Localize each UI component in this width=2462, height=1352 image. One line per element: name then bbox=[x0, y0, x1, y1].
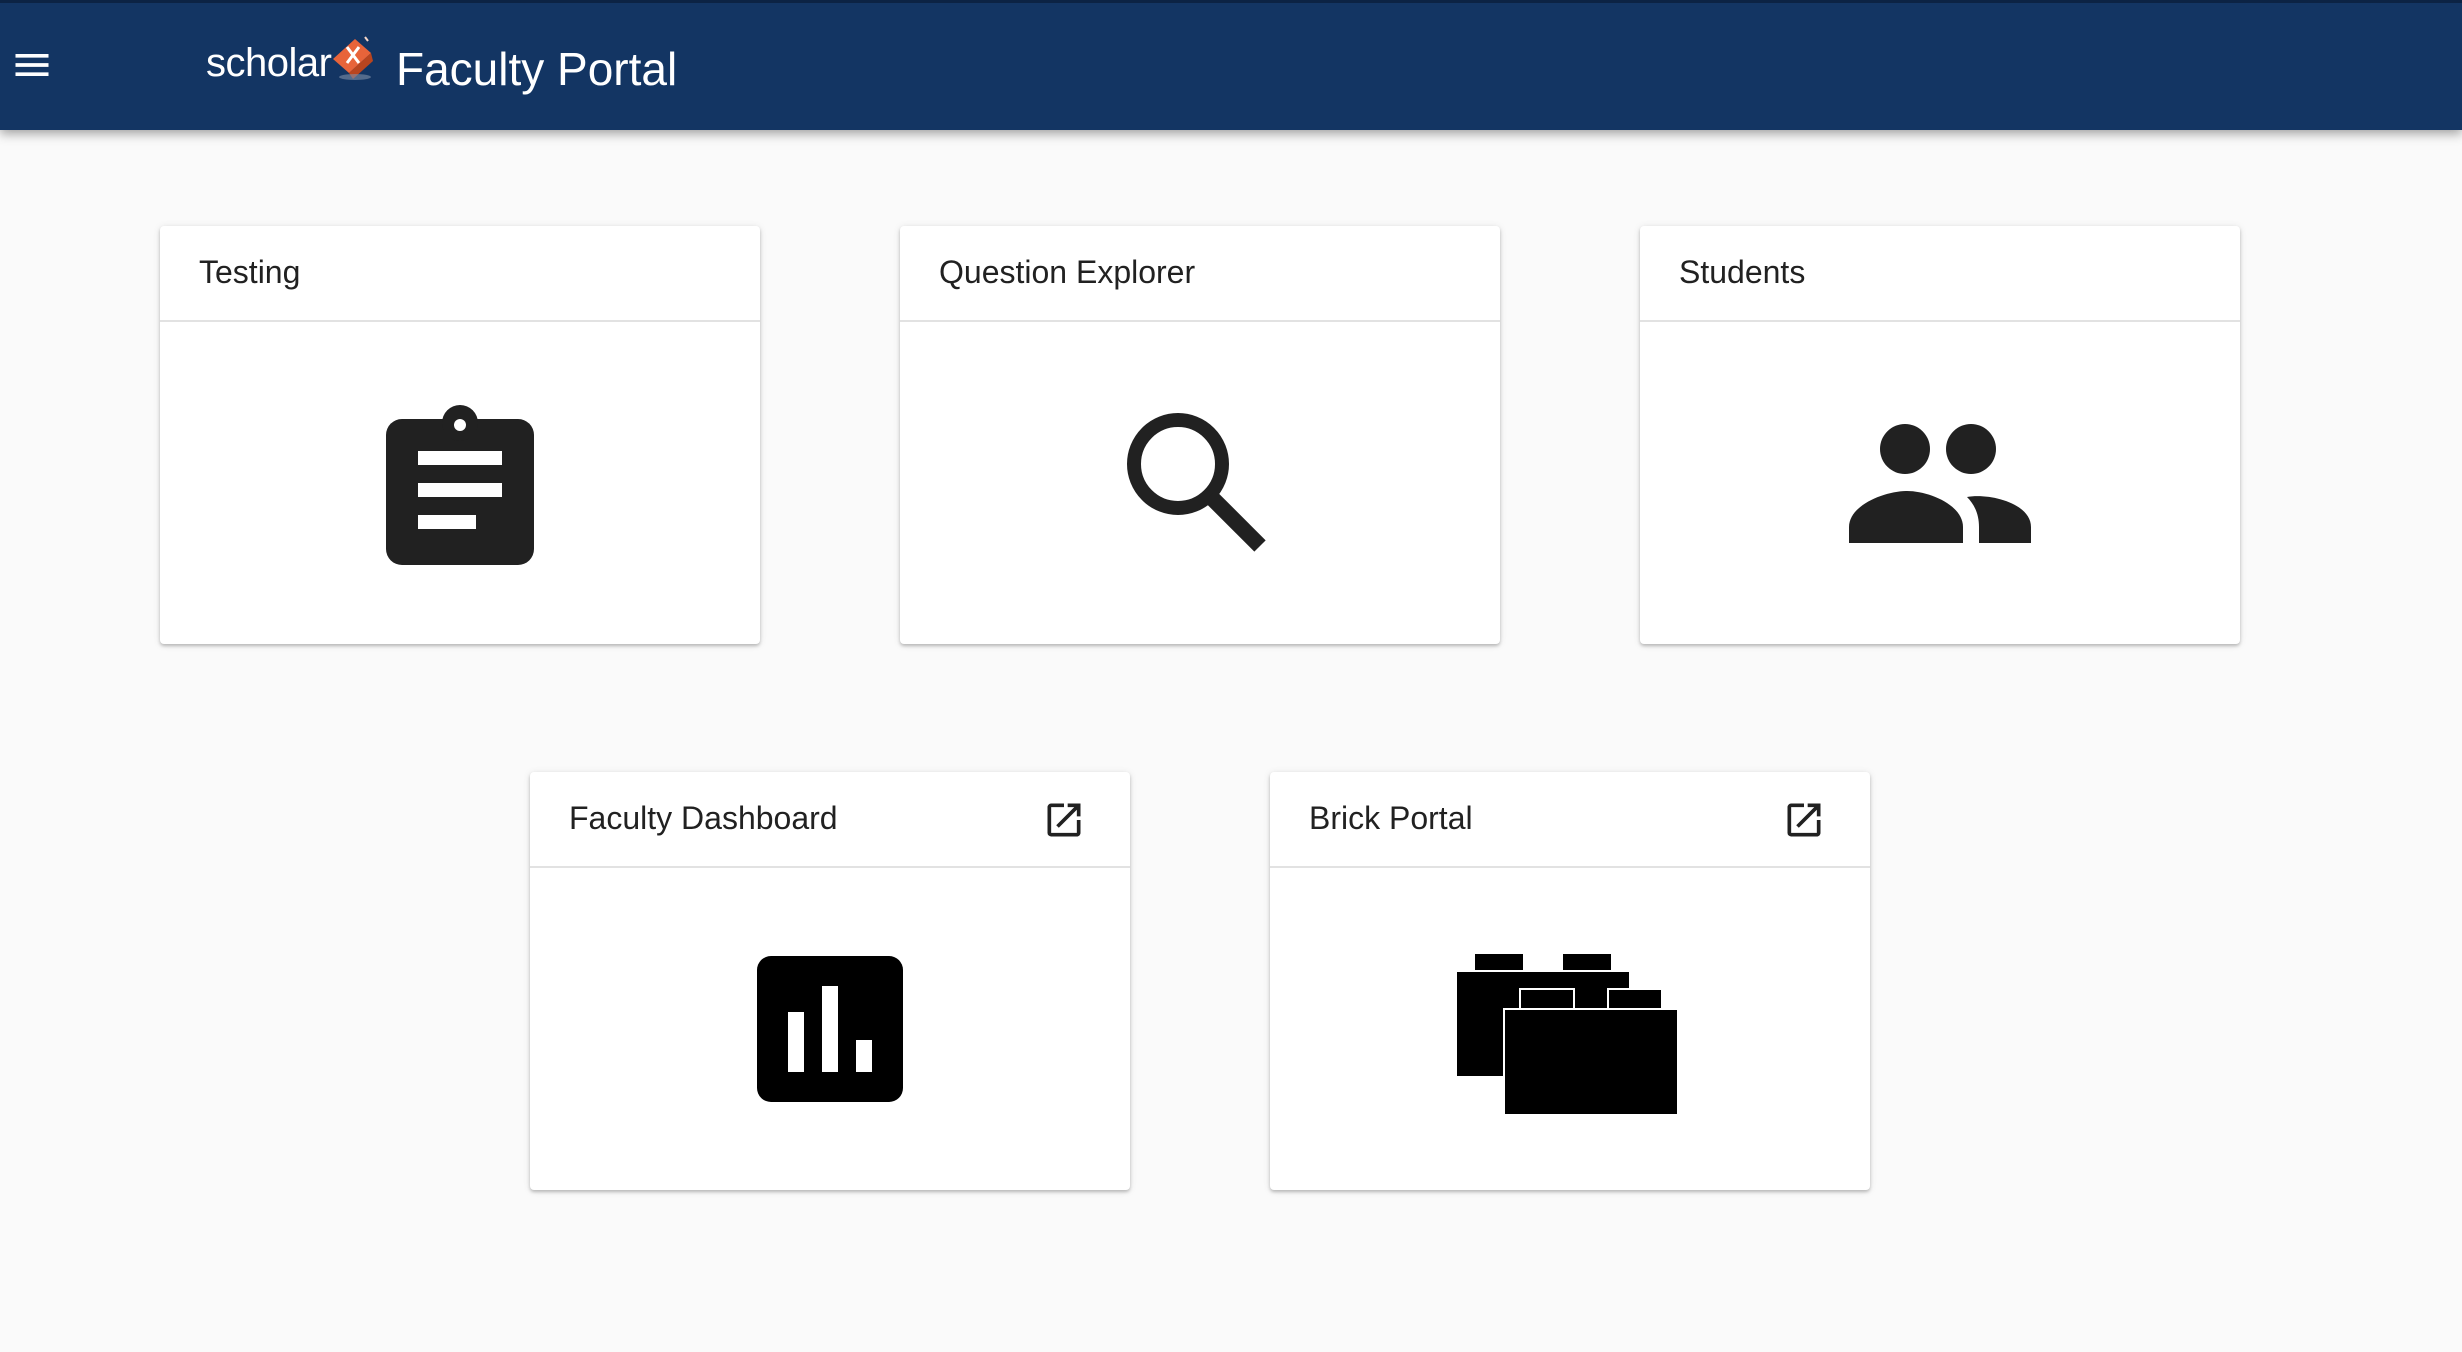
card-header: Brick Portal bbox=[1270, 772, 1870, 868]
card-header: Students bbox=[1640, 226, 2240, 322]
bar-chart-icon bbox=[757, 956, 903, 1102]
card-body bbox=[1640, 322, 2240, 644]
card-title: Brick Portal bbox=[1309, 800, 1473, 836]
bricks-icon bbox=[1456, 953, 1679, 1115]
card-body bbox=[900, 322, 1500, 644]
card-body bbox=[530, 868, 1130, 1190]
card-title: Students bbox=[1679, 254, 1806, 290]
card-body bbox=[160, 322, 760, 644]
card-question-explorer[interactable]: Question Explorer bbox=[900, 226, 1500, 644]
card-brick-portal[interactable]: Brick Portal bbox=[1270, 772, 1870, 1190]
card-header: Question Explorer bbox=[900, 226, 1500, 322]
card-header: Faculty Dashboard bbox=[530, 772, 1130, 868]
card-header: Testing bbox=[160, 226, 760, 322]
assignment-icon bbox=[386, 405, 534, 565]
card-title: Question Explorer bbox=[939, 254, 1196, 290]
search-icon bbox=[1127, 413, 1266, 552]
card-testing[interactable]: Testing bbox=[160, 226, 760, 644]
open-in-new-icon[interactable] bbox=[1782, 798, 1826, 842]
logo-text: scholar bbox=[206, 40, 332, 85]
scholar-logo[interactable]: scholar bbox=[206, 33, 377, 93]
top-app-bar: scholar Faculty Portal bbox=[0, 0, 2462, 130]
scholar-logo-icon bbox=[333, 36, 374, 80]
card-body bbox=[1270, 868, 1870, 1190]
card-title: Faculty Dashboard bbox=[569, 800, 838, 836]
card-students[interactable]: Students bbox=[1640, 226, 2240, 644]
card-title: Testing bbox=[199, 254, 301, 290]
open-in-new-icon[interactable] bbox=[1042, 798, 1086, 842]
card-faculty-dashboard[interactable]: Faculty Dashboard bbox=[530, 772, 1130, 1190]
people-icon bbox=[1849, 424, 2031, 543]
app-title: Faculty Portal bbox=[396, 43, 678, 95]
hamburger-menu-icon[interactable] bbox=[10, 43, 54, 87]
